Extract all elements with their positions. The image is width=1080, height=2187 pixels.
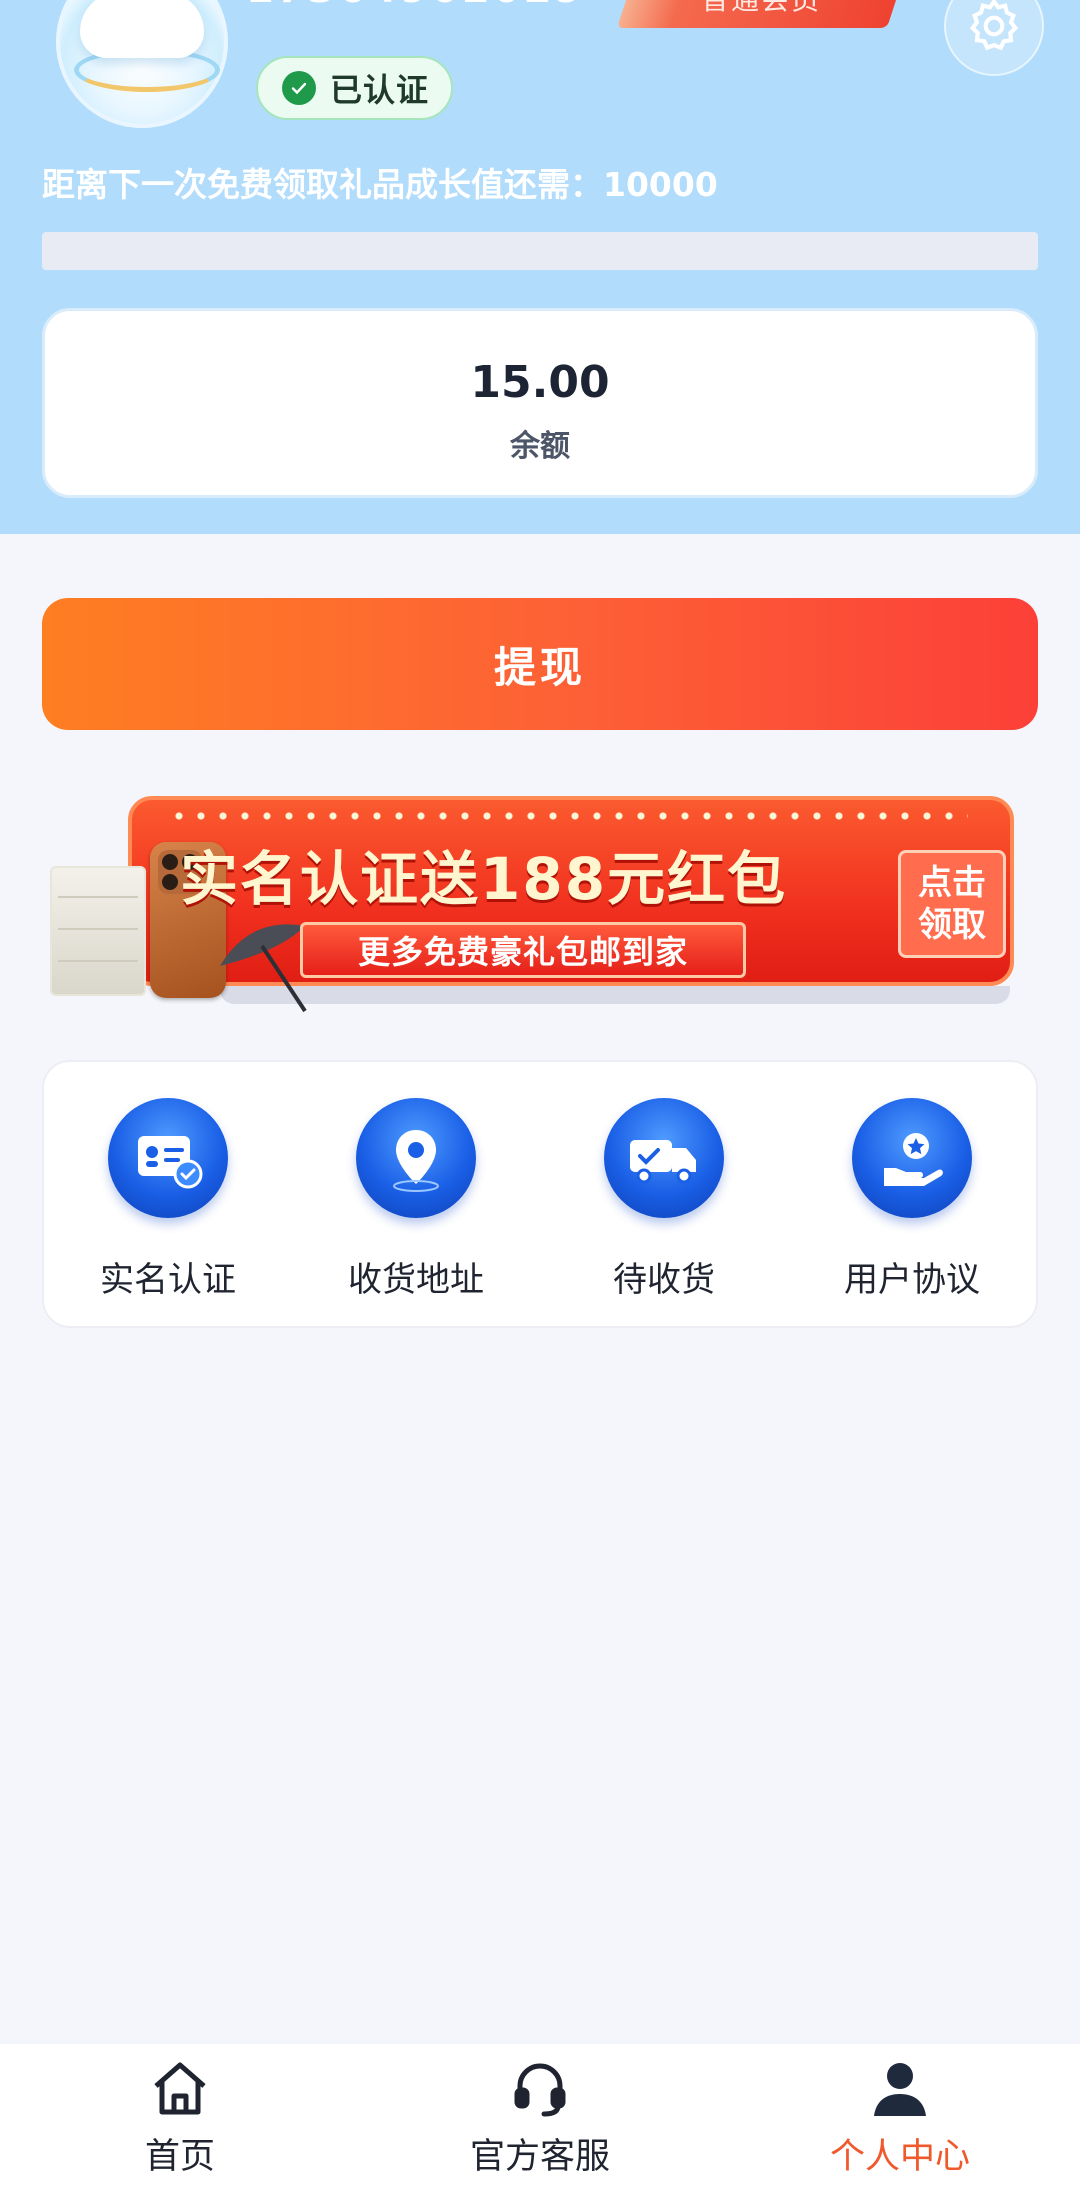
check-circle-icon xyxy=(282,71,316,105)
balance-label: 余额 xyxy=(510,429,570,464)
grid-item-pending-delivery[interactable]: 待收货 xyxy=(540,1062,788,1326)
avatar[interactable]: ✦ xyxy=(56,0,228,128)
verified-label: 已认证 xyxy=(330,71,430,109)
withdraw-button[interactable]: 提现 xyxy=(42,598,1038,730)
banner-subtitle-box: 更多免费豪礼包邮到家 xyxy=(300,922,746,978)
banner-light-dots xyxy=(168,810,968,820)
home-icon xyxy=(154,2062,206,2115)
banner-title: 实名认证送188元红包 xyxy=(180,845,788,913)
tab-label: 首页 xyxy=(144,2137,215,2177)
profile-header: ✦ 17364902029 普通会员 已认证 距离下一次免费领取礼品成长值还需：… xyxy=(0,0,1080,534)
growth-progress-bar xyxy=(42,232,1038,270)
balance-amount: 15.00 xyxy=(470,357,610,408)
tab-label: 官方客服 xyxy=(469,2137,610,2177)
tab-home[interactable]: 首页 xyxy=(0,2044,360,2187)
claim-label: 点击领取 xyxy=(918,863,986,945)
settings-button[interactable] xyxy=(944,0,1044,76)
member-level-label: 普通会员 xyxy=(626,0,896,20)
grid-label: 待收货 xyxy=(613,1260,715,1300)
banner-shadow xyxy=(220,986,1010,1004)
tab-label: 个人中心 xyxy=(829,2137,970,2177)
grid-item-user-agreement[interactable]: 用户协议 xyxy=(788,1062,1036,1326)
tab-profile[interactable]: 个人中心 xyxy=(720,2044,1080,2187)
verified-badge: 已认证 xyxy=(256,56,454,120)
headset-icon xyxy=(514,2063,566,2117)
hand-star-icon xyxy=(852,1098,972,1218)
grid-item-verification[interactable]: 实名认证 xyxy=(44,1062,292,1326)
gear-icon xyxy=(969,0,1019,51)
delivery-truck-icon xyxy=(604,1098,724,1218)
id-card-check-icon xyxy=(108,1098,228,1218)
cloud-icon xyxy=(80,0,204,58)
service-grid: 实名认证 收货地址 待收货 用户协议 xyxy=(42,1060,1038,1328)
grid-label: 实名认证 xyxy=(100,1260,236,1300)
tissue-pack-image xyxy=(50,866,146,996)
growth-progress-text: 距离下一次免费领取礼品成长值还需：10000 xyxy=(42,165,718,204)
location-pin-icon xyxy=(356,1098,476,1218)
person-icon xyxy=(874,2063,926,2116)
grid-label: 用户协议 xyxy=(844,1260,980,1300)
banner-subtitle: 更多免费豪礼包邮到家 xyxy=(357,933,688,971)
grid-label: 收货地址 xyxy=(348,1260,484,1300)
user-phone: 17364902029 xyxy=(246,0,585,12)
grid-item-address[interactable]: 收货地址 xyxy=(292,1062,540,1326)
tab-customer-service[interactable]: 官方客服 xyxy=(360,2044,720,2187)
promo-banner[interactable]: 实名认证送188元红包 更多免费豪礼包邮到家 点击领取 xyxy=(50,796,1014,1026)
balance-card[interactable]: 15.00 余额 xyxy=(42,308,1038,498)
bottom-tab-bar: 首页 官方客服 个人中心 xyxy=(0,2044,1080,2187)
member-level-badge: 普通会员 xyxy=(616,0,910,28)
claim-button[interactable]: 点击领取 xyxy=(898,850,1006,958)
